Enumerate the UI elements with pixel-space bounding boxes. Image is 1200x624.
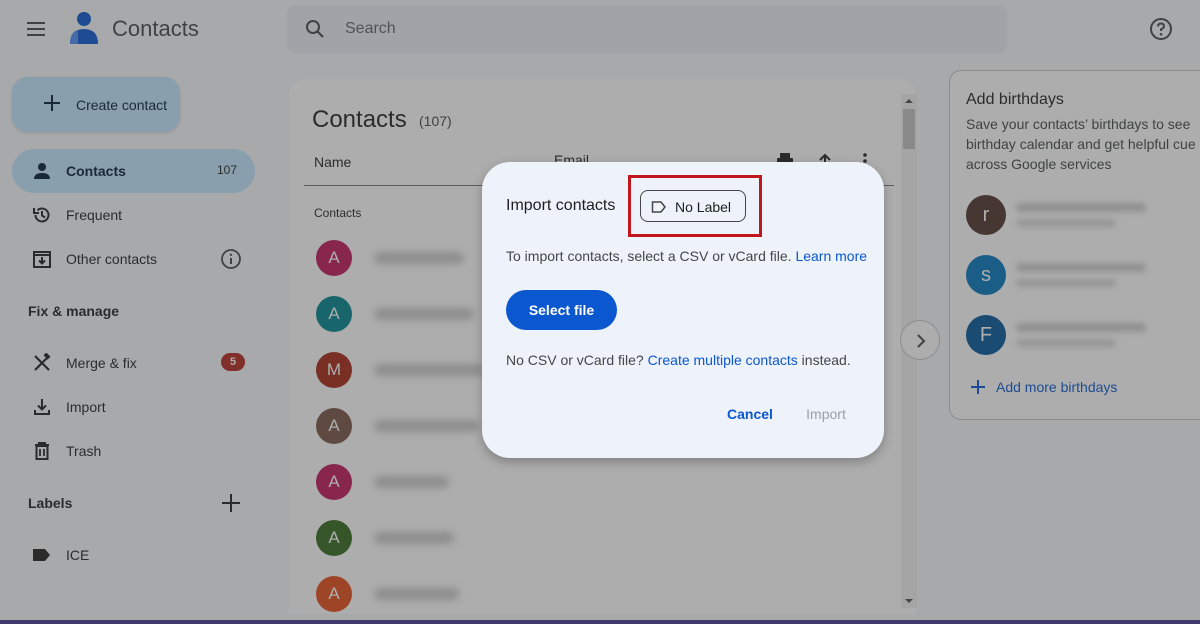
label-outline-icon [651,201,666,213]
instructions-text: To import contacts, select a CSV or vCar… [506,248,796,264]
label-select-chip[interactable]: No Label [640,190,746,222]
dialog-alt-text: No CSV or vCard file? Create multiple co… [506,352,851,368]
dialog-title: Import contacts [506,197,616,214]
label-chip-text: No Label [675,199,732,215]
import-contacts-dialog: Import contacts No Label To import conta… [482,162,884,458]
alt-text-after: instead. [797,352,851,368]
alt-text-before: No CSV or vCard file? [506,352,648,368]
create-multiple-contacts-link[interactable]: Create multiple contacts [648,352,798,368]
learn-more-link[interactable]: Learn more [795,248,867,264]
cancel-button[interactable]: Cancel [718,402,782,426]
select-file-button[interactable]: Select file [506,290,617,330]
import-button[interactable]: Import [796,402,856,426]
dialog-instructions: To import contacts, select a CSV or vCar… [506,248,867,264]
